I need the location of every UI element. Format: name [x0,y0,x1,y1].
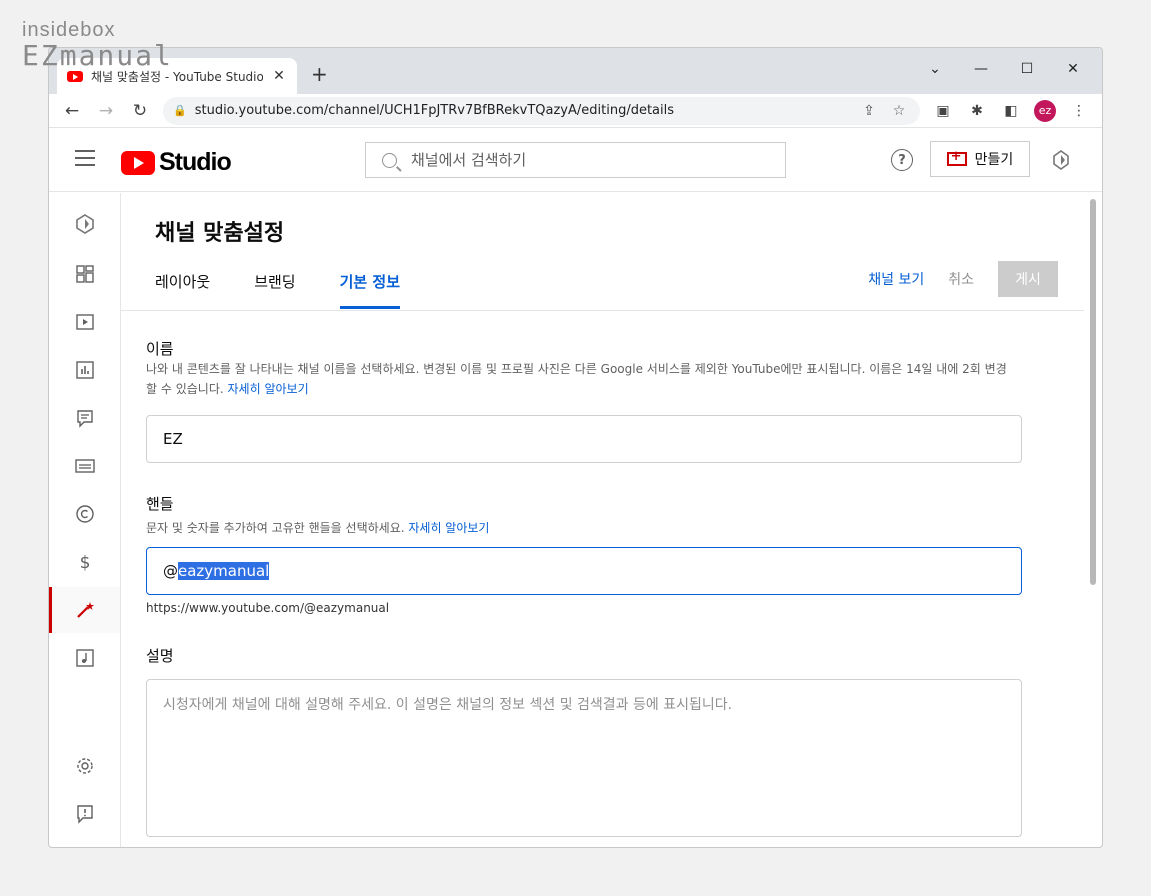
watermark-line2: EZmanual [22,39,173,72]
hamburger-menu-icon[interactable] [75,150,95,171]
url-text[interactable]: studio.youtube.com/channel/UCH1FpJTRv7Bf… [195,103,850,118]
tab-strip: 채널 맞춤설정 - YouTube Studio ✕ + ⌄ — ☐ ✕ [49,48,1102,94]
create-video-icon [946,149,967,166]
nav-comments[interactable] [49,395,120,441]
nav-customization[interactable] [49,587,120,633]
settings-gear-icon [76,758,93,774]
close-tab-icon[interactable]: ✕ [271,68,287,84]
profile-avatar: ez [1034,99,1056,122]
svg-text:$: $ [79,553,90,573]
reload-button[interactable]: ↻ [125,96,155,126]
header-actions: 채널 보기 취소 게시 [868,261,1058,297]
channel-avatar-icon[interactable] [1052,150,1070,170]
handle-url: https://www.youtube.com/@eazymanual [146,601,390,615]
bookmark-star-icon[interactable]: ☆ [888,103,910,119]
name-description: 나와 내 콘텐츠를 잘 나타내는 채널 이름을 선택하세요. 변경된 이름 및 … [146,359,1016,399]
watermark: insidebox EZmanual [22,20,173,70]
browser-toolbar: ← → ↻ 🔒 studio.youtube.com/channel/UCH1F… [49,94,1102,128]
minimize-button[interactable]: — [958,54,1004,84]
handle-field[interactable]: @ eazymanual [146,547,1022,595]
studio-header: Studio ? 만들기 [49,128,1102,192]
description-label: 설명 [146,647,174,665]
description-textarea[interactable]: 시청자에게 채널에 대해 설명해 주세요. 이 설명은 채널의 정보 섹션 및 … [146,679,1022,837]
side-panel-icon[interactable]: ◧ [996,96,1026,126]
name-field[interactable]: EZ [146,415,1022,463]
nav-copyright[interactable] [49,491,120,537]
channel-avatar-icon [75,214,94,234]
tab-layout[interactable]: 레이아웃 [155,271,210,309]
create-button[interactable]: 만들기 [930,141,1030,177]
window-controls: ⌄ — ☐ ✕ [912,54,1096,84]
channel-search-box[interactable] [365,142,786,178]
nav-audio-library[interactable] [49,635,120,681]
publish-button[interactable]: 게시 [998,261,1058,297]
new-tab-button[interactable]: + [311,62,328,86]
nav-settings[interactable] [49,743,120,789]
menu-kebab-icon[interactable]: ⋮ [1064,96,1094,126]
main-scrollbar[interactable] [1090,199,1096,585]
youtube-favicon-icon [67,70,83,82]
view-channel-button[interactable]: 채널 보기 [868,269,924,289]
handle-prefix: @ [163,562,178,580]
forward-button[interactable]: → [91,96,121,126]
nav-channel-avatar[interactable] [49,201,120,247]
lock-icon[interactable]: 🔒 [173,104,187,117]
close-window-button[interactable]: ✕ [1050,54,1096,84]
create-label: 만들기 [974,152,1014,168]
profile-button[interactable]: ez [1030,96,1060,126]
nav-analytics[interactable] [49,347,120,393]
search-icon [382,152,397,168]
comments-icon [76,410,93,428]
page-title: 채널 맞춤설정 [155,221,285,246]
main-content: 채널 맞춤설정 레이아웃 브랜딩 기본 정보 채널 보기 취소 게시 이름 나와… [121,193,1102,847]
content-play-icon [75,314,94,330]
share-icon[interactable]: ⇪ [858,103,880,119]
audio-library-icon [75,649,94,667]
copyright-icon [75,505,94,523]
browser-window: 채널 맞춤설정 - YouTube Studio ✕ + ⌄ — ☐ ✕ ← →… [48,47,1103,848]
name-value: EZ [163,430,183,448]
handle-description: 문자 및 숫자를 추가하여 고유한 핸들을 선택하세요. 자세히 알아보기 [146,518,1016,538]
tab-basic-info[interactable]: 기본 정보 [339,271,401,309]
nav-subtitles[interactable] [49,443,120,489]
tab-search-chevron-icon[interactable]: ⌄ [912,54,958,84]
name-learn-more-link[interactable]: 자세히 알아보기 [228,382,309,396]
studio-logo[interactable]: Studio [121,148,232,177]
back-button[interactable]: ← [57,96,87,126]
studio-body: $ 채널 맞춤설정 레이아웃 브랜딩 기본 정보 채널 보기 취소 게시 이름 … [49,193,1102,847]
handle-value-selected: eazymanual [178,562,270,580]
dollar-icon: $ [79,553,90,573]
tab-divider [121,310,1084,311]
handle-learn-more-link[interactable]: 자세히 알아보기 [408,521,489,535]
tab-branding[interactable]: 브랜딩 [254,271,295,309]
handle-description-text: 문자 및 숫자를 추가하여 고유한 핸들을 선택하세요. [146,521,405,535]
nav-send-feedback[interactable] [49,791,120,837]
name-label: 이름 [146,340,174,358]
extensions-puzzle-icon[interactable]: ✱ [962,96,992,126]
search-input[interactable] [411,151,769,169]
dashboard-icon [75,265,94,283]
left-navigation: $ [49,193,121,847]
maximize-button[interactable]: ☐ [1004,54,1050,84]
cancel-button[interactable]: 취소 [948,269,974,289]
analytics-icon [75,361,94,379]
subtitles-icon [74,459,95,473]
cast-icon[interactable]: ▣ [928,96,958,126]
help-icon[interactable]: ? [891,149,913,171]
nav-dashboard[interactable] [49,251,120,297]
logo-text: Studio [159,148,232,176]
customization-tabs: 레이아웃 브랜딩 기본 정보 [155,271,401,309]
nav-content[interactable] [49,299,120,345]
feedback-icon [76,805,93,824]
watermark-line1: insidebox [22,19,116,41]
magic-wand-icon [76,602,94,618]
address-bar[interactable]: 🔒 studio.youtube.com/channel/UCH1FpJTRv7… [163,96,920,125]
handle-label: 핸들 [146,495,174,513]
description-placeholder: 시청자에게 채널에 대해 설명해 주세요. 이 설명은 채널의 정보 섹션 및 … [163,697,733,713]
nav-monetization[interactable]: $ [49,539,120,585]
youtube-logo-icon [121,150,155,175]
